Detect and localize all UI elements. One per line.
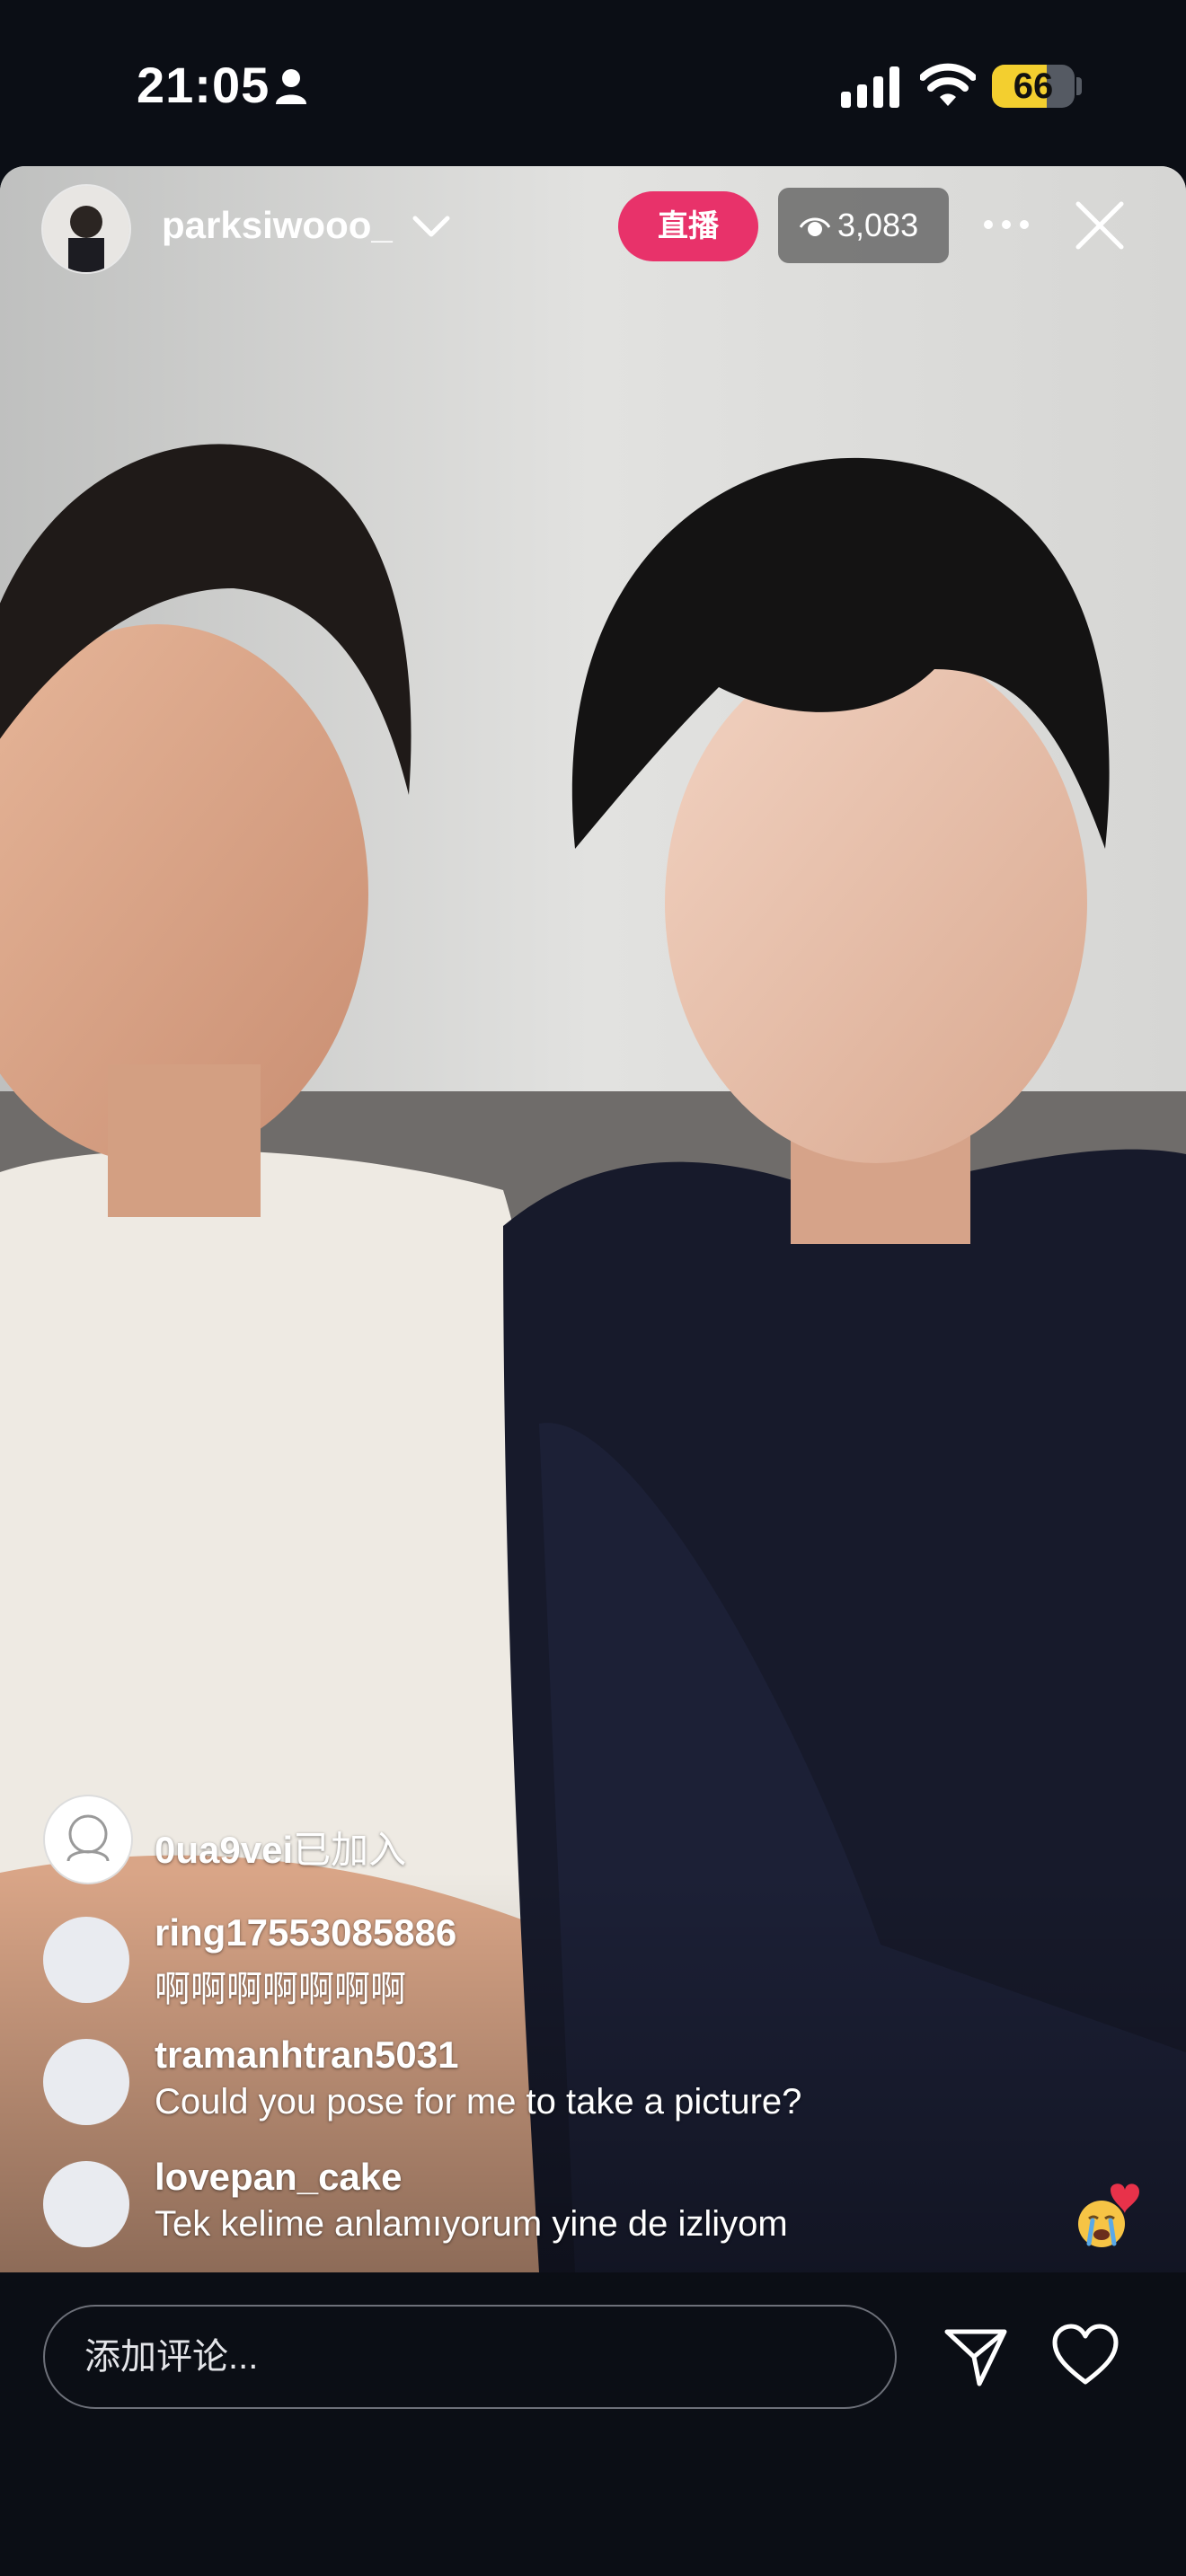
cellular-signal-icon (841, 66, 899, 108)
bottom-bar: 添加评论... (0, 2272, 1186, 2576)
avatar[interactable] (43, 2039, 129, 2125)
status-time: 21:05 (137, 57, 270, 113)
send-icon[interactable] (943, 2325, 1008, 2389)
eye-icon (800, 217, 830, 236)
wifi-icon (920, 63, 976, 106)
join-suffix: 已加入 (293, 1829, 407, 1871)
avatar[interactable] (43, 1917, 129, 2003)
comment-text: 啊啊啊啊啊啊啊 (155, 1970, 406, 2009)
comment-username[interactable]: ring17553085886 (155, 1911, 456, 1954)
chevron-down-icon[interactable] (412, 211, 451, 240)
battery-indicator: 66 (992, 65, 1075, 108)
status-bar: 21:05 66 (0, 0, 1186, 166)
live-header: parksiwooo_ 直播 3,083 (0, 166, 1186, 283)
live-video[interactable] (0, 166, 1186, 2272)
comment-username[interactable]: lovepan_cake (155, 2156, 403, 2199)
viewer-count: 3,083 (837, 207, 919, 243)
comment-username[interactable]: 0ua9vei (155, 1829, 293, 1871)
avatar[interactable] (43, 2161, 129, 2247)
comment-input-placeholder: 添加评论... (84, 2337, 259, 2377)
heart-icon[interactable] (1051, 2323, 1120, 2387)
comment-text: Could you pose for me to take a picture? (155, 2082, 802, 2122)
person-icon (276, 69, 306, 104)
join-text: 0ua9vei已加入 (155, 1820, 406, 1875)
video-frame (0, 166, 1186, 2272)
comment-username[interactable]: tramanhtran5031 (155, 2033, 458, 2077)
battery-percentage: 66 (1013, 66, 1054, 106)
host-avatar[interactable] (41, 184, 131, 274)
more-icon[interactable] (979, 202, 1033, 247)
viewer-count-badge[interactable]: 3,083 (778, 188, 949, 263)
comment-input[interactable]: 添加评论... (43, 2305, 897, 2409)
host-username[interactable]: parksiwooo_ (162, 204, 393, 247)
avatar[interactable] (43, 1795, 133, 1884)
live-badge: 直播 (618, 191, 758, 261)
battery-tip (1076, 77, 1082, 95)
crying-face-heart-icon (1078, 2183, 1139, 2247)
close-icon[interactable] (1073, 198, 1127, 252)
comment-text: Tek kelime anlamıyorum yine de izliyom (155, 2204, 788, 2244)
